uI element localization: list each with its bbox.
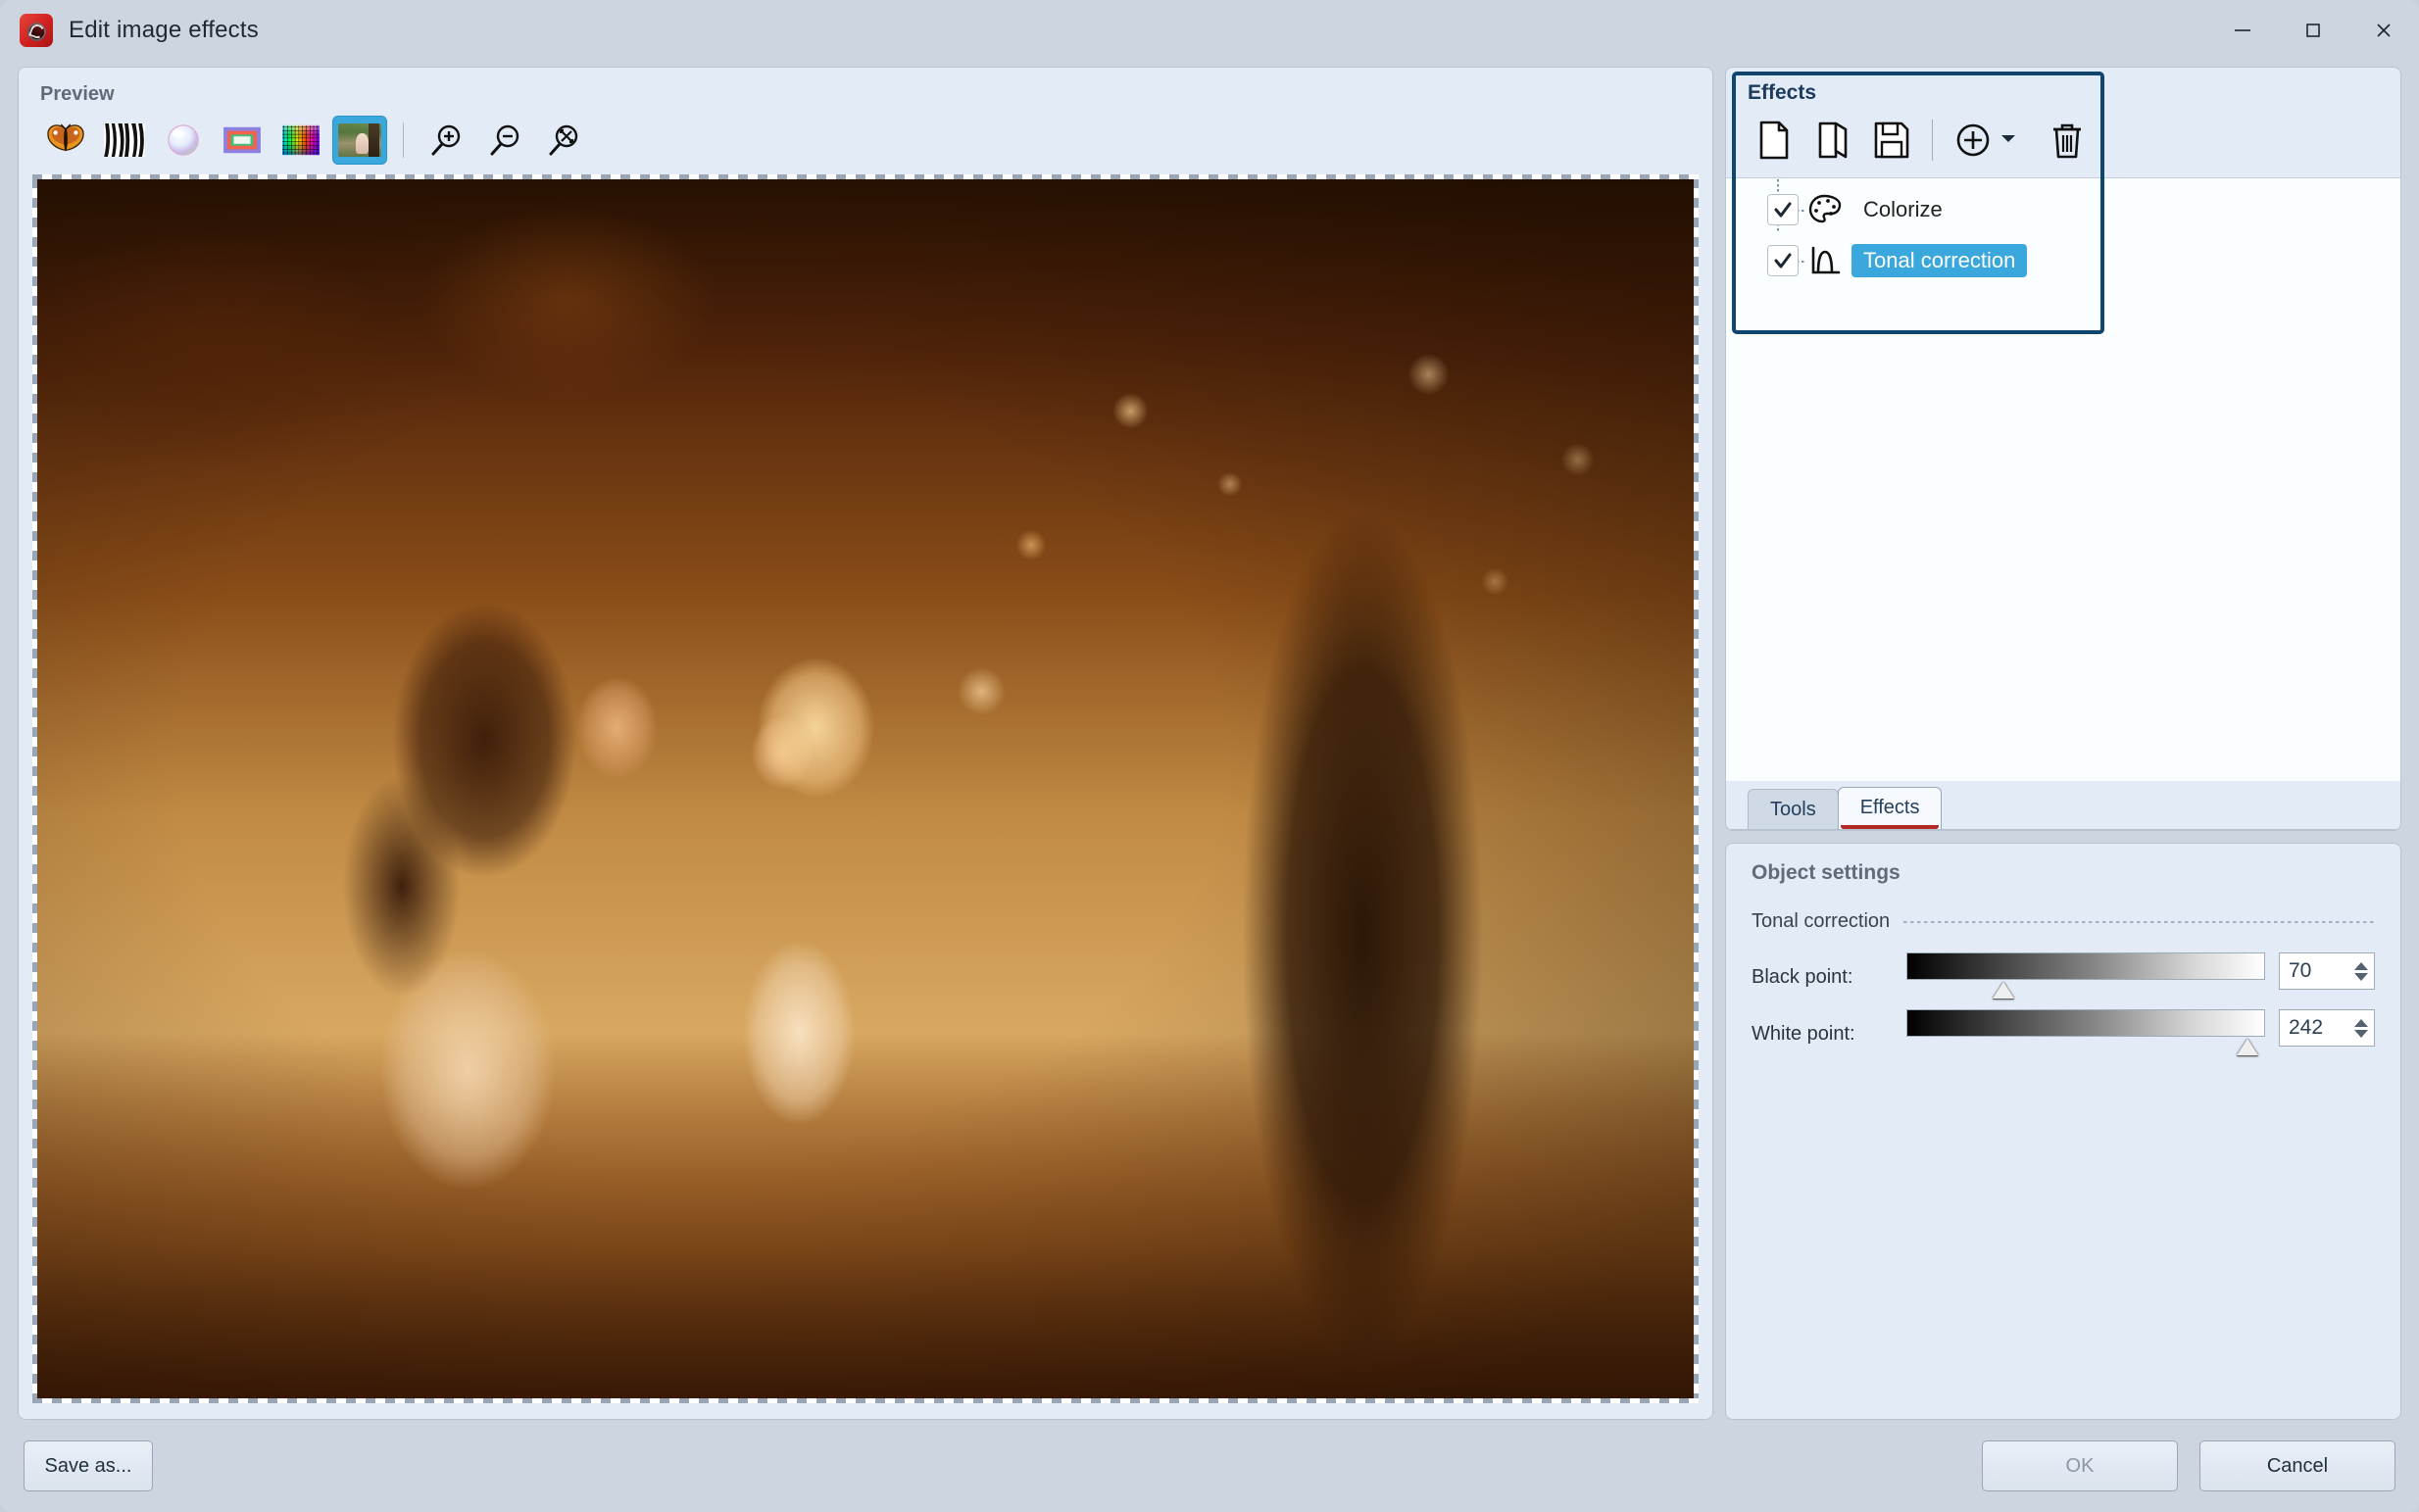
check-icon — [1772, 199, 1794, 220]
photo-thumbnail-icon — [338, 123, 381, 157]
palette-icon — [1806, 194, 1844, 225]
close-icon[interactable] — [2348, 0, 2419, 61]
effects-panel: Effects — [1725, 67, 2401, 831]
check-icon — [1772, 250, 1794, 271]
object-settings-title: Object settings — [1752, 861, 2375, 885]
tab-effects[interactable]: Effects — [1838, 787, 1943, 829]
add-icon — [1953, 121, 1993, 160]
effects-list[interactable]: Colorize — [1726, 177, 2400, 781]
open-icon — [1813, 120, 1852, 161]
rgb-grid-icon — [280, 123, 321, 157]
window-controls — [2207, 0, 2419, 61]
color-frame-sample-button[interactable] — [215, 116, 270, 165]
maximize-icon[interactable] — [2278, 0, 2348, 61]
white-point-row: White point: 242 — [1752, 1009, 2375, 1047]
rgb-grid-sample-button[interactable] — [273, 116, 328, 165]
add-effect-dropdown-button[interactable] — [1998, 127, 2019, 154]
effect-checkbox[interactable] — [1767, 245, 1799, 276]
spin-up-icon[interactable] — [2354, 962, 2368, 970]
dotted-divider — [1903, 921, 2375, 923]
preview-toolbar — [19, 116, 1712, 174]
save-icon — [1871, 120, 1912, 161]
preview-pane: Preview — [18, 67, 1713, 1420]
chevron-down-icon — [1998, 127, 2019, 149]
black-point-value: 70 — [2289, 959, 2311, 983]
color-frame-icon — [222, 123, 263, 157]
panel-tabs: Tools Effects — [1726, 781, 2400, 830]
cancel-button[interactable]: Cancel — [2199, 1440, 2395, 1491]
white-point-value: 242 — [2289, 1016, 2323, 1040]
butterfly-icon — [45, 123, 86, 157]
effect-label: Colorize — [1851, 193, 1954, 226]
zebra-stripes-icon — [104, 123, 145, 157]
white-point-label: White point: — [1752, 1009, 1906, 1046]
black-point-row: Black point: 70 — [1752, 952, 2375, 990]
effect-label: Tonal correction — [1851, 244, 2027, 277]
white-point-track[interactable] — [1906, 1009, 2265, 1037]
white-point-thumb[interactable] — [2237, 1039, 2258, 1055]
spin-down-icon[interactable] — [2354, 1030, 2368, 1038]
save-as-button[interactable]: Save as... — [24, 1440, 153, 1491]
effect-item-tonal-correction[interactable]: Tonal correction — [1726, 235, 2400, 286]
dialog-footer: Save as... OK Cancel — [0, 1420, 2419, 1512]
effect-item-colorize[interactable]: Colorize — [1726, 184, 2400, 235]
white-point-spin-arrows — [2354, 1019, 2368, 1038]
zoom-out-icon — [486, 121, 525, 160]
title-bar: Edit image effects — [0, 0, 2419, 61]
app-logo-icon — [20, 14, 53, 47]
delete-effect-button[interactable] — [2039, 115, 2096, 166]
new-button[interactable] — [1746, 115, 1802, 166]
zoom-in-icon — [427, 121, 467, 160]
spin-up-icon[interactable] — [2354, 1019, 2368, 1027]
save-button[interactable] — [1863, 115, 1920, 166]
histogram-icon — [1806, 245, 1844, 276]
preview-image — [37, 179, 1694, 1398]
delete-icon — [2048, 120, 2087, 161]
preview-label: Preview — [19, 68, 1712, 116]
selection-marquee — [32, 174, 1699, 1403]
spin-down-icon[interactable] — [2354, 973, 2368, 981]
ok-button[interactable]: OK — [1982, 1440, 2178, 1491]
black-point-slider[interactable] — [1906, 952, 2265, 980]
right-column: Effects — [1725, 67, 2401, 1420]
settings-subheader: Tonal correction — [1752, 910, 2375, 933]
butterfly-sample-button[interactable] — [38, 116, 93, 165]
zoom-fit-button[interactable] — [537, 116, 592, 165]
white-point-slider[interactable] — [1906, 1009, 2265, 1037]
photo-sample-button[interactable] — [332, 116, 387, 165]
open-button[interactable] — [1804, 115, 1861, 166]
tab-tools[interactable]: Tools — [1748, 789, 1839, 829]
bubble-sample-button[interactable] — [156, 116, 211, 165]
window-title: Edit image effects — [69, 17, 259, 44]
zoom-out-button[interactable] — [478, 116, 533, 165]
toolbar-separator — [403, 122, 404, 158]
effects-title: Effects — [1726, 68, 2400, 105]
black-point-track[interactable] — [1906, 952, 2265, 980]
effect-checkbox[interactable] — [1767, 194, 1799, 225]
effects-toolbar-separator — [1932, 120, 1933, 161]
minimize-icon[interactable] — [2207, 0, 2278, 61]
black-point-thumb[interactable] — [1993, 982, 2014, 999]
zoom-fit-icon — [545, 121, 584, 160]
bubble-icon — [163, 123, 204, 157]
zoom-in-button[interactable] — [420, 116, 474, 165]
edit-image-effects-window: Edit image effects Preview — [0, 0, 2419, 1512]
effects-toolbar — [1726, 105, 2400, 177]
add-effect-button[interactable] — [1945, 115, 2001, 166]
black-point-spin-arrows — [2354, 962, 2368, 981]
settings-subtitle: Tonal correction — [1752, 910, 1890, 933]
new-icon — [1754, 120, 1794, 161]
white-point-spinner[interactable]: 242 — [2279, 1009, 2375, 1047]
object-settings-panel: Object settings Tonal correction Black p… — [1725, 843, 2401, 1420]
black-point-spinner[interactable]: 70 — [2279, 952, 2375, 990]
image-canvas[interactable] — [32, 174, 1699, 1403]
zebra-sample-button[interactable] — [97, 116, 152, 165]
black-point-label: Black point: — [1752, 952, 1906, 989]
window-body: Preview — [0, 61, 2419, 1420]
